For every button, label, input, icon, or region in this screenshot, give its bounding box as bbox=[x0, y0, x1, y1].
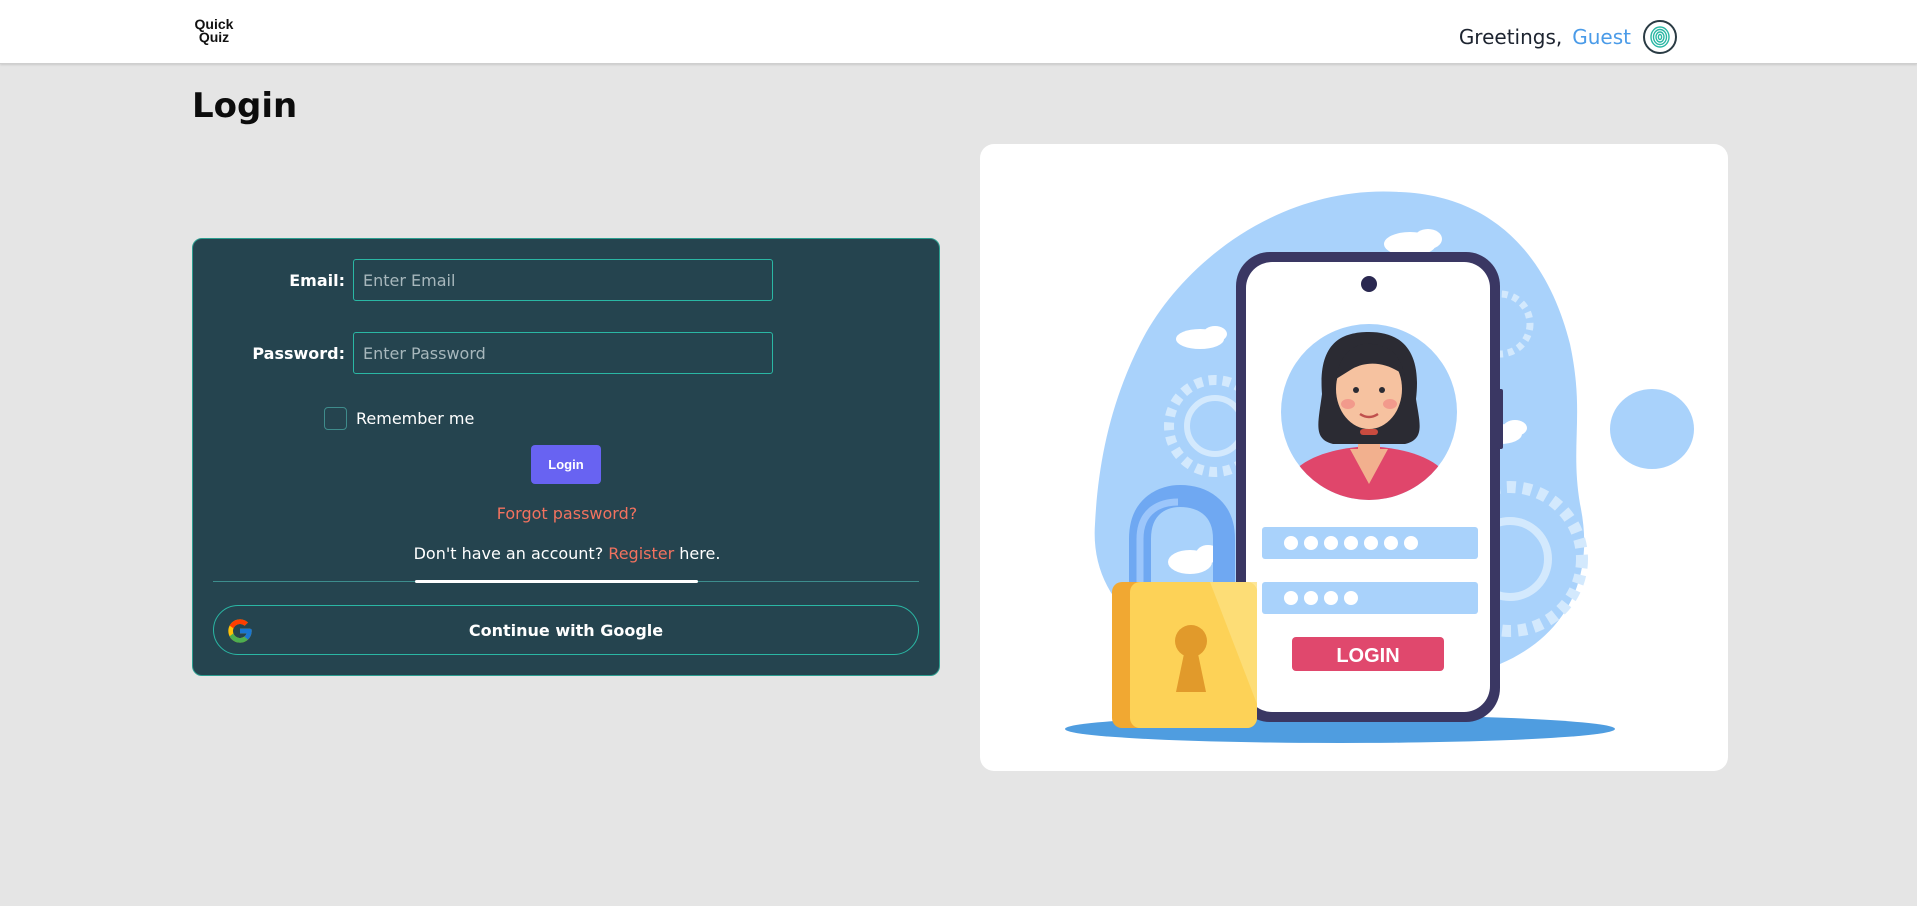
register-link[interactable]: Register bbox=[608, 544, 674, 563]
email-input[interactable] bbox=[353, 259, 773, 301]
fingerprint-icon[interactable] bbox=[1643, 20, 1677, 54]
email-label: Email: bbox=[289, 270, 345, 290]
google-signin-button[interactable]: Continue with Google bbox=[213, 605, 919, 655]
forgot-password-link[interactable]: Forgot password? bbox=[193, 504, 941, 523]
page-title: Login bbox=[192, 86, 298, 126]
password-label: Password: bbox=[252, 343, 345, 363]
password-input[interactable] bbox=[353, 332, 773, 374]
login-form-card: Email: Password: Remember me Login Forgo… bbox=[192, 238, 940, 676]
email-row: Email: bbox=[193, 259, 773, 301]
password-row: Password: bbox=[193, 332, 773, 374]
small-blob bbox=[1610, 389, 1694, 469]
user-greeting: Greetings, Guest bbox=[1459, 20, 1677, 54]
register-prompt: Don't have an account? Register here. bbox=[193, 544, 941, 563]
user-name[interactable]: Guest bbox=[1572, 25, 1631, 49]
google-button-label: Continue with Google bbox=[468, 620, 664, 640]
greeting-text: Greetings, bbox=[1458, 25, 1563, 49]
divider-highlight bbox=[415, 580, 698, 583]
register-prefix: Don't have an account? bbox=[413, 544, 604, 563]
google-icon bbox=[228, 619, 252, 643]
illustration-card: LOGIN bbox=[980, 144, 1728, 771]
remember-me-label: Remember me bbox=[356, 409, 475, 428]
login-illustration: LOGIN bbox=[1065, 191, 1694, 743]
app-logo[interactable]: Quick Quiz bbox=[192, 17, 236, 45]
phone-camera bbox=[1361, 276, 1377, 292]
phone-login-text: LOGIN bbox=[1336, 645, 1399, 667]
navbar: Quick Quiz Greetings, Guest bbox=[0, 0, 1917, 64]
logo-line-2: Quiz bbox=[198, 29, 230, 45]
register-suffix: here. bbox=[679, 544, 721, 563]
login-button[interactable]: Login bbox=[531, 445, 601, 484]
remember-me-checkbox[interactable] bbox=[324, 407, 347, 430]
remember-me-row[interactable]: Remember me bbox=[324, 407, 474, 430]
